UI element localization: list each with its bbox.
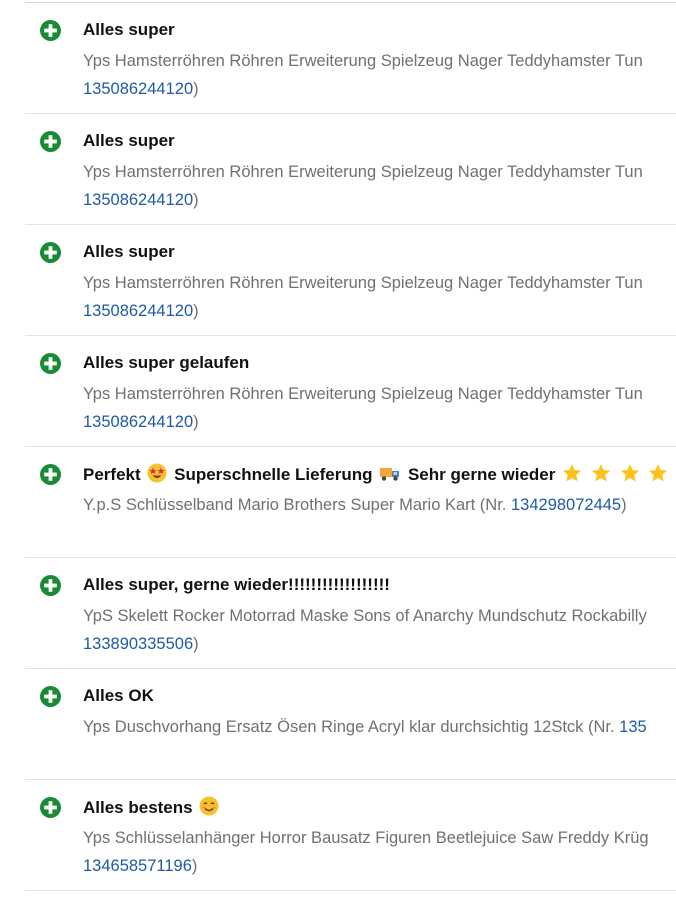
plus-circle-icon xyxy=(40,575,61,596)
plus-circle-icon xyxy=(40,353,61,374)
delivery-truck-emoji-icon xyxy=(380,468,400,481)
star-emoji-icon xyxy=(562,464,582,482)
item-number-close: ) xyxy=(193,80,199,98)
plus-circle-icon xyxy=(40,131,61,152)
feedback-comment: Alles super xyxy=(83,131,175,150)
feedback-comment: Alles super, gerne wieder!!!!!!!!!!!!!!!… xyxy=(83,575,390,594)
plus-circle-icon xyxy=(40,242,61,263)
feedback-item: Yps Hamsterröhren Röhren Erweiterung Spi… xyxy=(83,158,676,214)
feedback-comment: Alles bestens xyxy=(83,796,221,819)
item-number-link[interactable]: 135086244120 xyxy=(83,80,193,98)
item-number-link[interactable]: 135086244120 xyxy=(83,302,193,320)
feedback-row: Alles super Yps Hamsterröhren Röhren Erw… xyxy=(25,225,676,336)
item-title: Y.p.S Schlüsselband Mario Brothers Super… xyxy=(83,496,507,514)
item-title: Yps Duschvorhang Ersatz Ösen Ringe Acryl… xyxy=(83,718,615,736)
item-number-close: ) xyxy=(621,496,627,514)
comment-part-lieferung: Superschnelle Lieferung xyxy=(174,465,373,484)
feedback-row: Alles super, gerne wieder!!!!!!!!!!!!!!!… xyxy=(25,558,676,669)
feedback-list: Alles super Yps Hamsterröhren Röhren Erw… xyxy=(0,3,676,891)
plus-circle-icon xyxy=(40,20,61,41)
item-number-link[interactable]: 134298072445 xyxy=(511,496,621,514)
feedback-row: Alles super Yps Hamsterröhren Röhren Erw… xyxy=(25,3,676,114)
feedback-row: Alles OK Yps Duschvorhang Ersatz Ösen Ri… xyxy=(25,669,676,780)
feedback-item: Yps Hamsterröhren Röhren Erweiterung Spi… xyxy=(83,380,676,436)
feedback-comment: Alles super gelaufen xyxy=(83,353,250,372)
feedback-item: Yps Hamsterröhren Röhren Erweiterung Spi… xyxy=(83,47,676,103)
item-number-close: ) xyxy=(193,191,199,209)
feedback-comment: Alles super xyxy=(83,242,175,261)
item-title: Yps Hamsterröhren Röhren Erweiterung Spi… xyxy=(83,163,643,181)
item-number-link[interactable]: 134658571196 xyxy=(83,857,192,875)
feedback-row: Alles super Yps Hamsterröhren Röhren Erw… xyxy=(25,114,676,225)
plus-circle-icon xyxy=(40,686,61,707)
star-struck-emoji-icon xyxy=(147,463,167,483)
item-number-close: ) xyxy=(193,635,199,653)
item-number-link[interactable]: 135086244120 xyxy=(83,413,193,431)
smiling-face-emoji-icon xyxy=(199,796,219,816)
plus-circle-icon xyxy=(40,797,61,818)
feedback-item: Yps Duschvorhang Ersatz Ösen Ringe Acryl… xyxy=(83,713,676,741)
item-number-close: ) xyxy=(191,857,198,875)
item-title: Yps Schlüsselanhänger Horror Bausatz Fig… xyxy=(83,829,649,847)
item-number-link[interactable]: 135 xyxy=(619,718,647,736)
feedback-row: Perfekt Superschnelle Lieferung Sehr ger… xyxy=(25,447,676,558)
item-number-link[interactable]: 135086244120 xyxy=(83,191,193,209)
item-number-link[interactable]: 133890335506 xyxy=(83,635,193,653)
star-emoji-icon xyxy=(649,464,668,482)
feedback-row: Alles super gelaufen Yps Hamsterröhren R… xyxy=(25,336,676,447)
feedback-comment: Alles OK xyxy=(83,686,154,705)
item-title: Yps Hamsterröhren Röhren Erweiterung Spi… xyxy=(83,274,643,292)
plus-circle-icon xyxy=(40,464,61,485)
item-number-close: ) xyxy=(193,302,199,320)
comment-text: Alles bestens xyxy=(83,798,193,817)
feedback-item: YpS Skelett Rocker Motorrad Maske Sons o… xyxy=(83,602,676,658)
feedback-comment: Alles super xyxy=(83,20,175,39)
feedback-comment: Perfekt Superschnelle Lieferung Sehr ger… xyxy=(83,463,670,486)
comment-part-wieder: Sehr gerne wieder xyxy=(407,465,556,484)
feedback-item: Yps Hamsterröhren Röhren Erweiterung Spi… xyxy=(83,269,676,325)
feedback-item: Y.p.S Schlüsselband Mario Brothers Super… xyxy=(83,491,676,519)
item-number-close: ) xyxy=(193,413,199,431)
feedback-row: Alles bestens Yps Schlüsselanhänger Horr… xyxy=(25,780,676,891)
star-emoji-icon xyxy=(591,464,611,482)
comment-part-perfekt: Perfekt xyxy=(83,465,141,484)
item-title: Yps Hamsterröhren Röhren Erweiterung Spi… xyxy=(83,52,643,70)
feedback-item: Yps Schlüsselanhänger Horror Bausatz Fig… xyxy=(83,824,676,880)
item-title: Yps Hamsterröhren Röhren Erweiterung Spi… xyxy=(83,385,643,403)
item-title: YpS Skelett Rocker Motorrad Maske Sons o… xyxy=(83,607,647,625)
star-emoji-icon xyxy=(620,464,639,482)
